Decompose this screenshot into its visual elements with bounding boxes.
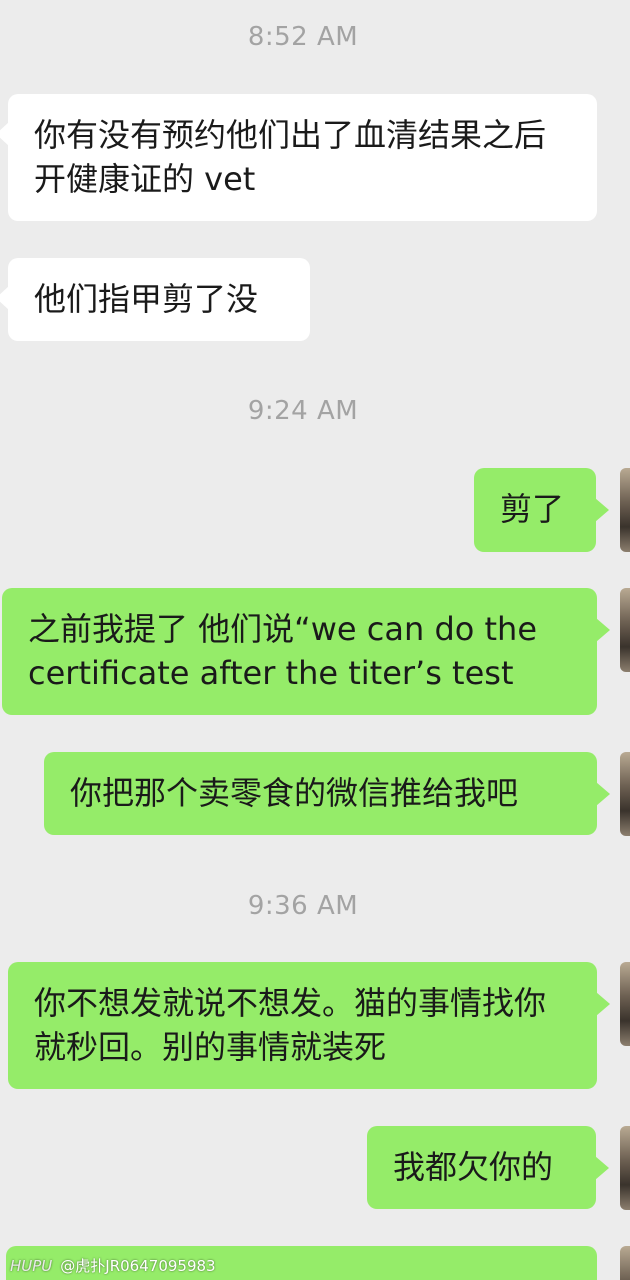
user-avatar[interactable]: [620, 962, 630, 1046]
message-bubble-outgoing[interactable]: 之前我提了 他们说“we can do the certificate afte…: [2, 588, 610, 715]
watermark-handle: @虎扑JR0647095983: [60, 1257, 216, 1275]
user-avatar[interactable]: [620, 1246, 630, 1280]
message-bubble-outgoing[interactable]: 你不想发就说不想发。猫的事情找你就秒回。别的事情就装死: [8, 962, 610, 1089]
timestamp: 9:24 AM: [247, 396, 359, 426]
timestamp: 8:52 AM: [247, 22, 359, 52]
chat-screen: 8:52 AM 你有没有预约他们出了血清结果之后开健康证的 vet 他们指甲剪了…: [0, 0, 630, 1280]
message-bubble-incoming[interactable]: 他们指甲剪了没: [0, 258, 310, 341]
message-bubble-outgoing[interactable]: 你把那个卖零食的微信推给我吧: [44, 752, 610, 835]
watermark: HUPU @虎扑JR0647095983: [10, 1255, 216, 1276]
user-avatar[interactable]: [620, 1126, 630, 1210]
message-bubble-incoming[interactable]: 你有没有预约他们出了血清结果之后开健康证的 vet: [0, 94, 597, 221]
watermark-brand: HUPU: [10, 1257, 53, 1275]
user-avatar[interactable]: [620, 468, 630, 552]
timestamp: 9:36 AM: [247, 891, 359, 921]
user-avatar[interactable]: [620, 588, 630, 672]
user-avatar[interactable]: [620, 752, 630, 836]
message-bubble-outgoing[interactable]: 剪了: [474, 468, 609, 552]
message-bubble-outgoing[interactable]: 我都欠你的: [367, 1126, 609, 1209]
